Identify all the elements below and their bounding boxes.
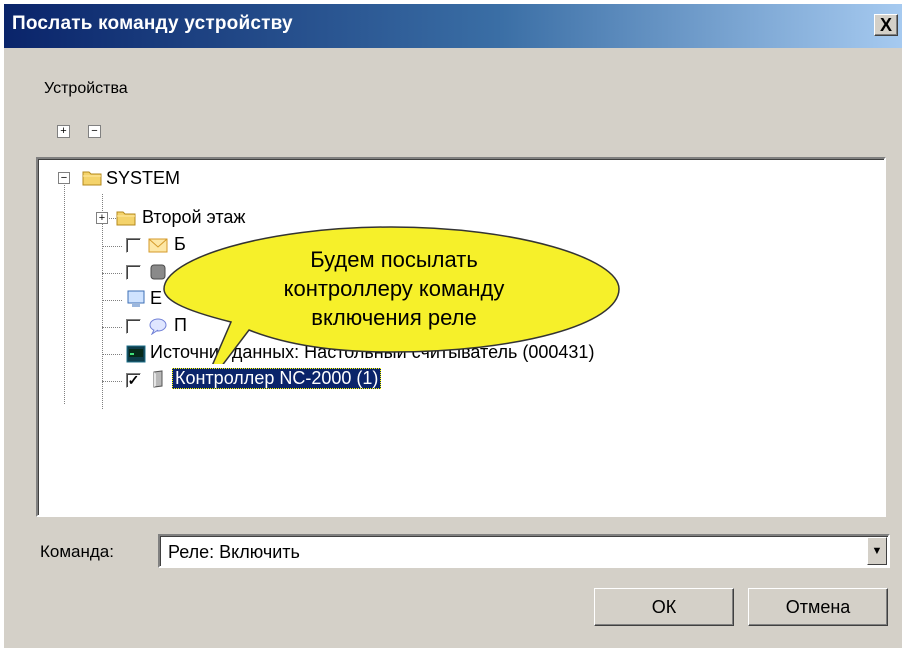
- dropdown-button[interactable]: ▼: [867, 537, 887, 565]
- terminal-icon: [126, 345, 146, 363]
- cancel-button[interactable]: Отмена: [748, 588, 888, 626]
- tree-connector: [102, 381, 122, 382]
- callout-text: Будем посылать контроллеру команду включ…: [194, 245, 594, 332]
- callout-line: Будем посылать: [310, 247, 478, 272]
- command-value: Реле: Включить: [168, 542, 300, 562]
- collapse-all-button[interactable]: −: [88, 125, 101, 138]
- dialog-title: Послать команду устройству: [12, 13, 293, 34]
- title-bar[interactable]: Послать команду устройству X: [4, 4, 902, 48]
- command-select[interactable]: Реле: Включить ▼: [158, 534, 890, 568]
- close-icon: X: [879, 15, 892, 35]
- minus-icon: −: [91, 125, 98, 137]
- chevron-down-icon: ▼: [871, 545, 883, 557]
- expand-all-button[interactable]: +: [57, 125, 70, 138]
- close-button[interactable]: X: [874, 14, 898, 36]
- devices-label: Устройства: [44, 80, 128, 97]
- callout-line: включения реле: [311, 305, 477, 330]
- callout-line: контроллеру команду: [283, 276, 505, 301]
- cancel-button-label: Отмена: [785, 596, 851, 617]
- tree-connector: [102, 273, 122, 274]
- minus-icon: −: [60, 172, 68, 184]
- expand-toggle[interactable]: +: [96, 212, 108, 224]
- tree-connector: [102, 194, 103, 409]
- send-command-dialog: Послать команду устройству X Устройства …: [4, 4, 902, 648]
- monitor-icon: [127, 290, 145, 307]
- checkmark-icon: ✓: [127, 372, 140, 388]
- device-checkbox[interactable]: [126, 238, 141, 253]
- tree-connector: [102, 327, 122, 328]
- tree-connector: [102, 354, 122, 355]
- tree-connector: [102, 300, 122, 301]
- device-checkbox[interactable]: [126, 319, 141, 334]
- tree-connector: [102, 246, 122, 247]
- device-checkbox-checked[interactable]: ✓: [126, 373, 141, 388]
- tree-node-root[interactable]: SYSTEM: [106, 168, 180, 189]
- ok-button[interactable]: ОК: [594, 588, 734, 626]
- plus-icon: +: [98, 212, 106, 224]
- controller-icon: [153, 370, 163, 388]
- plus-icon: +: [60, 125, 67, 137]
- folder-icon: [82, 171, 102, 186]
- device-checkbox[interactable]: [126, 265, 141, 280]
- command-label: Команда:: [40, 542, 114, 561]
- folder-icon: [116, 211, 136, 226]
- tree-node-controller[interactable]: Контроллер NC-2000 (1): [172, 368, 382, 389]
- tree-connector: [64, 185, 65, 404]
- collapse-toggle[interactable]: −: [58, 172, 70, 184]
- ok-button-label: ОК: [651, 596, 677, 617]
